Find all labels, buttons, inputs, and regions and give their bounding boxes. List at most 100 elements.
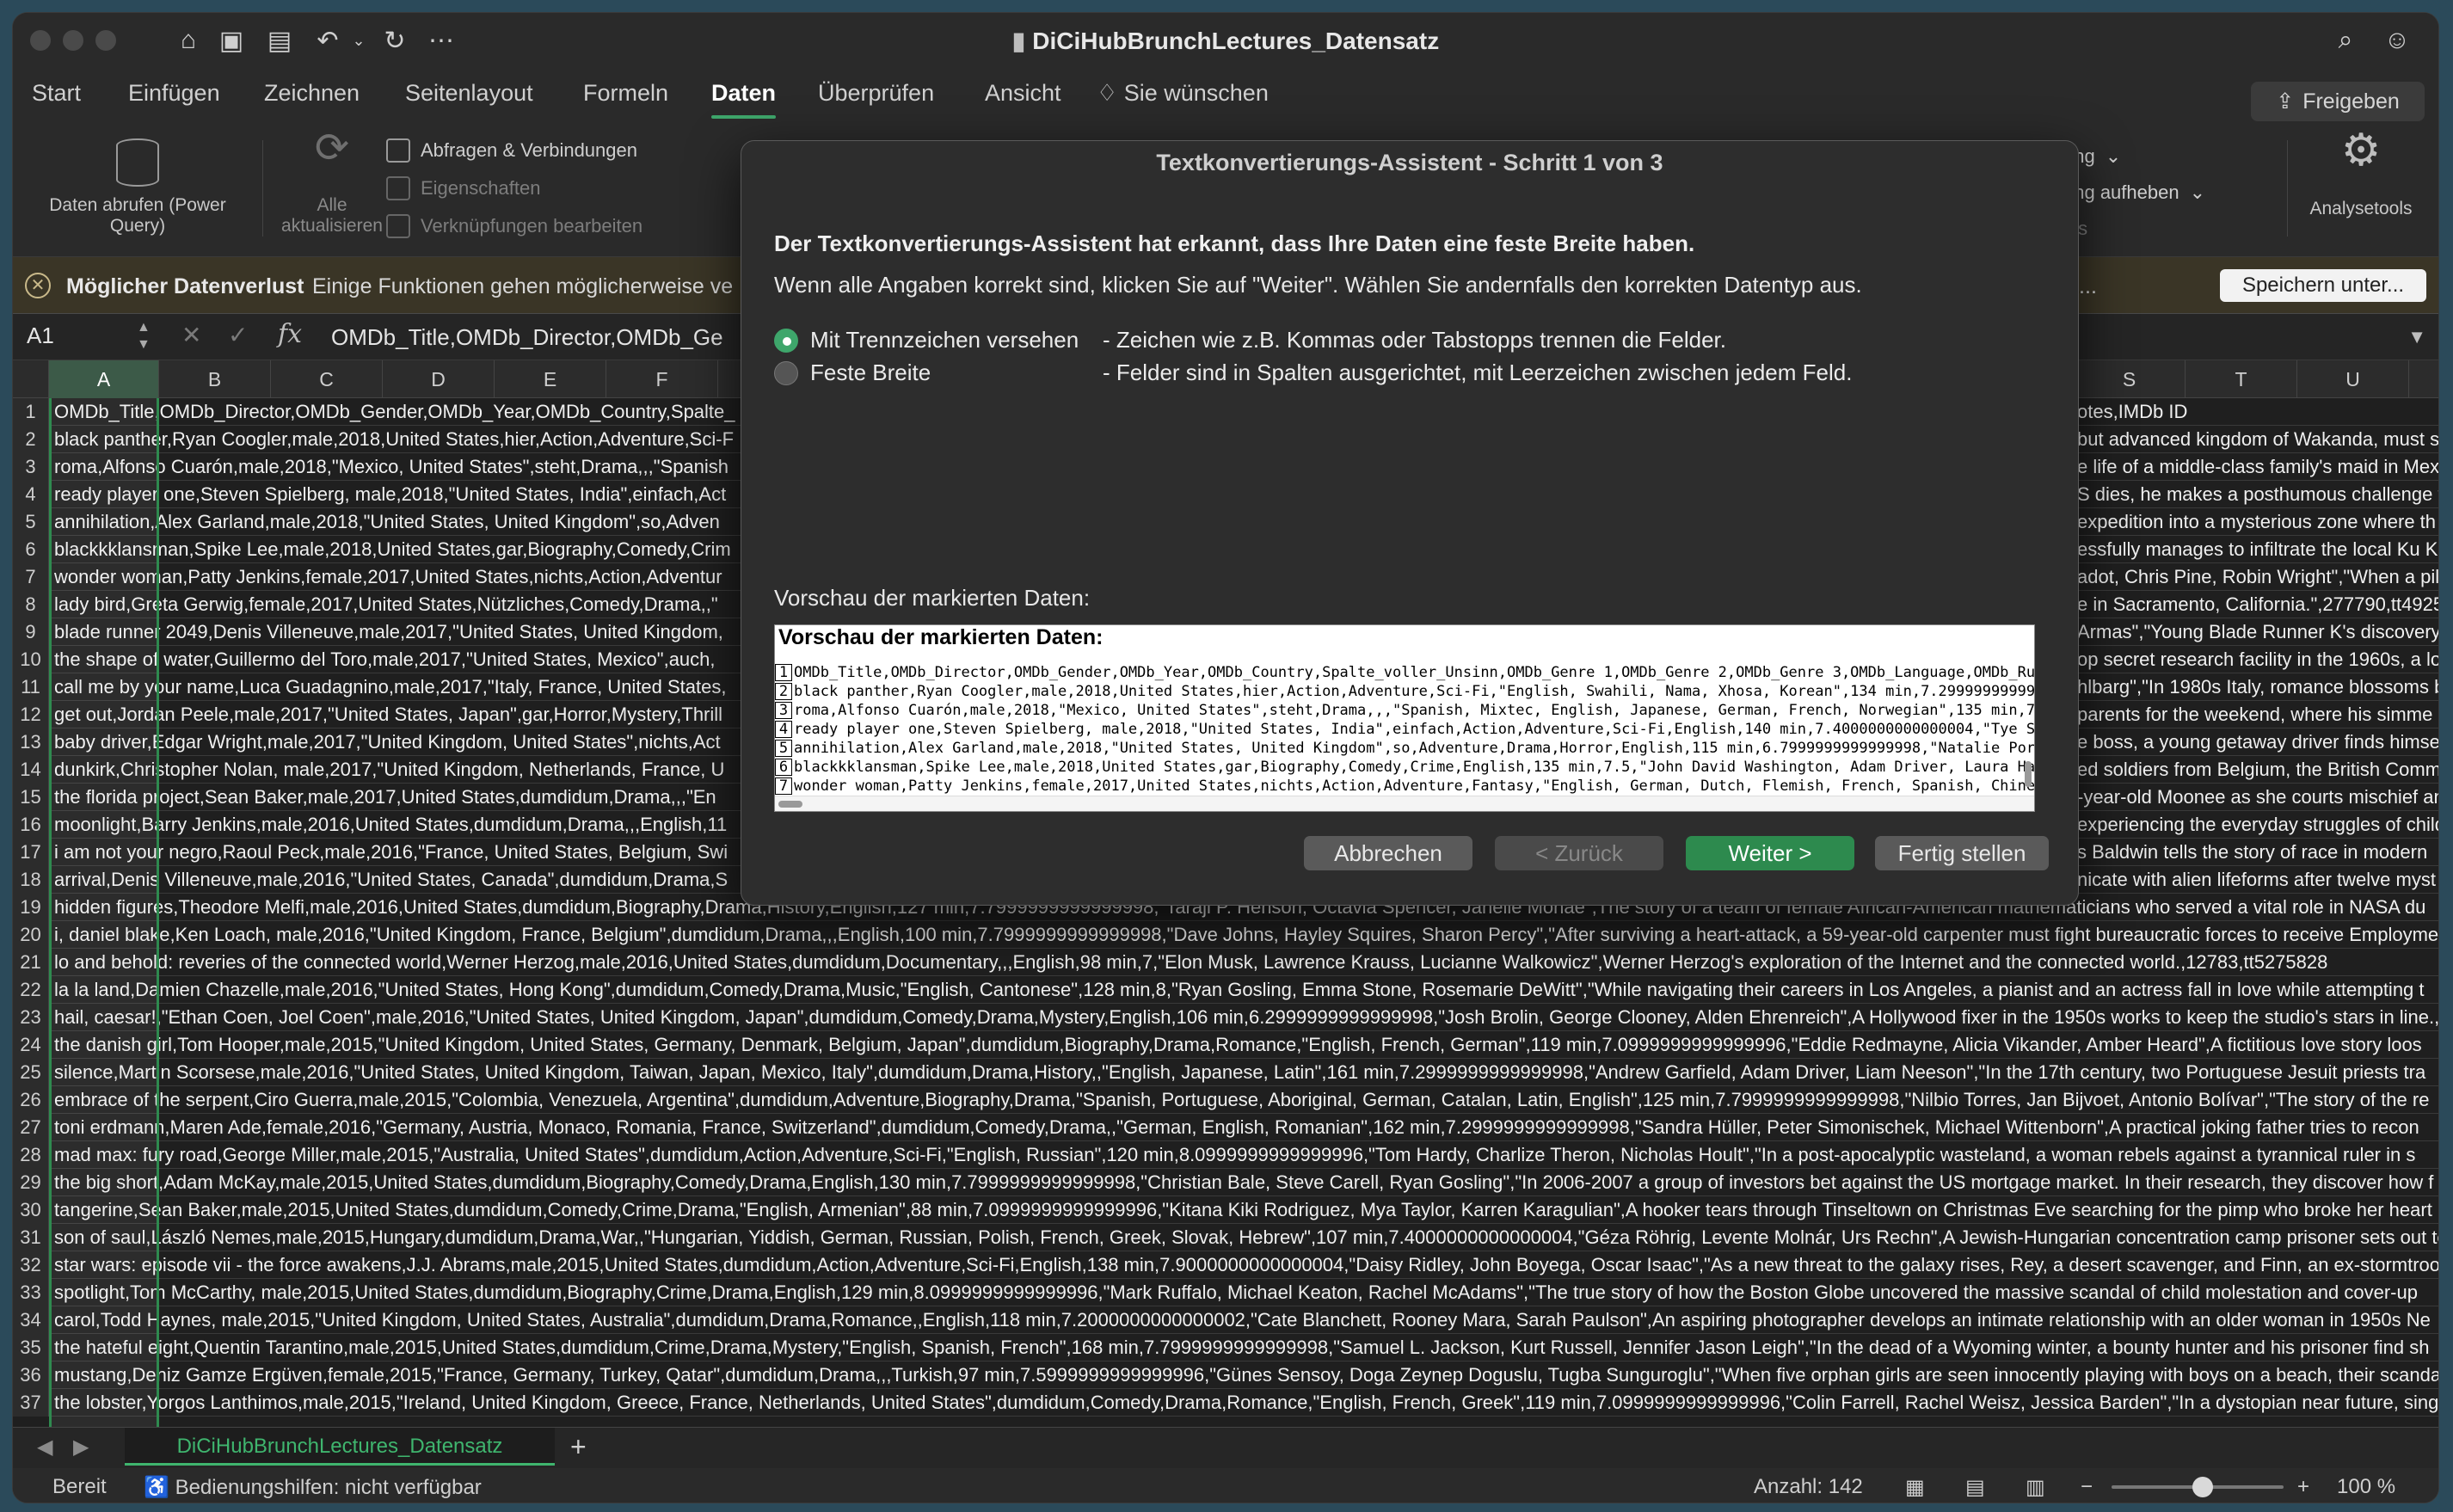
tab-zeichnen[interactable]: Zeichnen [264, 80, 360, 107]
cancel-button[interactable]: Abbrechen [1304, 836, 1472, 870]
tell-me[interactable]: ♢ Sie wünschen [1097, 80, 1269, 107]
zoom-out-icon[interactable]: − [2081, 1475, 2093, 1499]
row-number[interactable]: 24 [13, 1031, 49, 1059]
cell-text[interactable]: the hateful eight,Quentin Tarantino,male… [54, 1334, 2430, 1361]
cell-text-right[interactable]: experiencing the everyday struggles of c… [2077, 811, 2438, 839]
row-number[interactable]: 14 [13, 756, 49, 784]
cell-text-right[interactable]: ed soldiers from Belgium, the British Co… [2077, 756, 2438, 784]
cell-text[interactable]: the lobster,Yorgos Lanthimos,male,2015,"… [54, 1389, 2438, 1417]
function-icon[interactable]: fx [278, 319, 302, 349]
column-header-a[interactable]: A [49, 360, 159, 398]
row-number[interactable]: 1 [13, 398, 49, 426]
cell-text[interactable]: hail, caesar!,"Ethan Coen, Joel Coen",ma… [54, 1004, 2438, 1031]
cell-text-right[interactable]: expedition into a mysterious zone where … [2077, 508, 2436, 536]
cell-text[interactable]: mustang,Deniz Gamze Ergüven,female,2015,… [54, 1361, 2438, 1389]
row-number[interactable]: 9 [13, 618, 49, 646]
zoom-slider-handle[interactable] [2192, 1477, 2213, 1497]
cell-text[interactable]: mad max: fury road,George Miller,male,20… [54, 1141, 2415, 1169]
row-number[interactable]: 33 [13, 1279, 49, 1306]
cell-text-right[interactable]: e life of a middle-class family's maid i… [2077, 453, 2438, 481]
normal-view-icon[interactable]: ▦ [1905, 1475, 1925, 1500]
row-number[interactable]: 12 [13, 701, 49, 728]
cell-text-right[interactable]: parents for the weekend, where his simme [2077, 701, 2432, 728]
column-header-b[interactable]: B [159, 360, 271, 398]
row-number[interactable]: 16 [13, 811, 49, 839]
radio-delimited-label[interactable]: Mit Trennzeichen versehen [810, 327, 1079, 353]
row-number[interactable]: 37 [13, 1389, 49, 1417]
row-number[interactable]: 34 [13, 1306, 49, 1334]
cell-text[interactable]: la la land,Damien Chazelle,male,2016,"Un… [54, 976, 2425, 1004]
column-header-s[interactable]: S [2074, 360, 2186, 398]
row-number[interactable]: 7 [13, 563, 49, 591]
cell-text[interactable]: the big short,Adam McKay,male,2015,Unite… [54, 1169, 2433, 1196]
preview-horizontal-scrollbar[interactable] [775, 796, 2034, 811]
row-number[interactable]: 2 [13, 426, 49, 453]
cell-text-right[interactable]: adot, Chris Pine, Robin Wright","When a … [2077, 563, 2438, 591]
cell-text[interactable]: spotlight,Tom McCarthy, male,2015,United… [54, 1279, 2418, 1306]
confirm-icon[interactable]: ✓ [228, 321, 248, 349]
page-break-view-icon[interactable]: ▥ [2026, 1475, 2045, 1500]
preview-box[interactable]: Vorschau der markierten Daten: 1 OMDb_Tit… [774, 624, 2035, 812]
stepper-icon[interactable]: ▲ ▼ [137, 319, 151, 353]
row-number[interactable]: 11 [13, 673, 49, 701]
cell-text-right[interactable]: otes,IMDb ID [2077, 398, 2187, 426]
tab-ueberpruefen[interactable]: Überprüfen [818, 80, 934, 107]
column-header-e[interactable]: E [495, 360, 606, 398]
cell-text-right[interactable]: S dies, he makes a posthumous challenge … [2077, 481, 2438, 508]
cell-text[interactable]: get out,Jordan Peele,male,2017,"United S… [54, 701, 722, 728]
formula-input[interactable]: OMDb_Title,OMDb_Director,OMDb_Ge [331, 324, 723, 351]
search-icon[interactable]: ⌕ [2328, 23, 2363, 58]
cell-text[interactable]: the shape of water,Guillermo del Toro,ma… [54, 646, 716, 673]
cell-text[interactable]: son of saul,László Nemes,male,2015,Hunga… [54, 1224, 2438, 1251]
cell-text[interactable]: star wars: episode vii - the force awake… [54, 1251, 2438, 1279]
cell-text[interactable]: blade runner 2049,Denis Villeneuve,male,… [54, 618, 723, 646]
cell-text-right[interactable]: Armas","Young Blade Runner K's discovery… [2077, 618, 2438, 646]
cell-text[interactable]: i, daniel blake,Ken Loach, male,2016,"Un… [54, 921, 2438, 949]
column-header-c[interactable]: C [271, 360, 383, 398]
row-number[interactable]: 22 [13, 976, 49, 1004]
row-number[interactable]: 32 [13, 1251, 49, 1279]
cell-text[interactable]: OMDb_Title,OMDb_Director,OMDb_Gender,OMD… [54, 398, 735, 426]
cell-text[interactable]: the danish girl,Tom Hooper,male,2015,"Un… [54, 1031, 2422, 1059]
row-number[interactable]: 21 [13, 949, 49, 976]
cell-text[interactable]: baby driver,Edgar Wright,male,2017,"Unit… [54, 728, 721, 756]
radio-fixed-width[interactable] [774, 361, 798, 385]
tab-einfuegen[interactable]: Einfügen [128, 80, 220, 107]
row-number[interactable]: 18 [13, 866, 49, 894]
tab-ansicht[interactable]: Ansicht [985, 80, 1061, 107]
cell-text[interactable]: carol,Todd Haynes, male,2015,"United Kin… [54, 1306, 2431, 1334]
save-as-button[interactable]: Speichern unter... [2220, 269, 2426, 302]
analysis-tools-button[interactable]: ⚙ Analysetools [2292, 128, 2430, 219]
tab-daten[interactable]: Daten [711, 80, 777, 119]
cell-text-right[interactable]: nicate with alien lifeforms after twelve… [2077, 866, 2436, 894]
row-number[interactable]: 31 [13, 1224, 49, 1251]
refresh-all-button[interactable]: ⟳ Alle aktualisieren [267, 128, 397, 237]
account-icon[interactable]: ☺ [2380, 23, 2414, 58]
finish-button[interactable]: Fertig stellen [1875, 836, 2049, 870]
ribbon-right-item-2[interactable]: ung aufheben ⌄ [2063, 181, 2205, 204]
column-header-d[interactable]: D [383, 360, 495, 398]
expand-formula-icon[interactable]: ▼ [2407, 326, 2426, 348]
row-number[interactable]: 10 [13, 646, 49, 673]
queries-connections-button[interactable]: Abfragen & Verbindungen [386, 138, 637, 163]
row-number[interactable]: 17 [13, 839, 49, 866]
row-number[interactable]: 28 [13, 1141, 49, 1169]
row-number[interactable]: 4 [13, 481, 49, 508]
row-number[interactable]: 26 [13, 1086, 49, 1114]
tab-start[interactable]: Start [32, 80, 81, 107]
zoom-in-icon[interactable]: + [2297, 1475, 2309, 1499]
cell-text[interactable]: wonder woman,Patty Jenkins,female,2017,U… [54, 563, 722, 591]
row-number[interactable]: 27 [13, 1114, 49, 1141]
row-number[interactable]: 15 [13, 784, 49, 811]
page-layout-view-icon[interactable]: ▤ [1965, 1475, 1985, 1500]
cell-text[interactable]: the florida project,Sean Baker,male,2017… [54, 784, 716, 811]
cell-text[interactable]: toni erdmann,Maren Ade,female,2016,"Germ… [54, 1114, 2419, 1141]
cell-text[interactable]: silence,Martin Scorsese,male,2016,"Unite… [54, 1059, 2425, 1086]
cell-text[interactable]: call me by your name,Luca Guadagnino,mal… [54, 673, 727, 701]
cell-text[interactable]: roma,Alfonso Cuarón,male,2018,"Mexico, U… [54, 453, 729, 481]
cell-text[interactable]: arrival,Denis Villeneuve,male,2016,"Unit… [54, 866, 728, 894]
column-header-u[interactable]: U [2297, 360, 2409, 398]
next-sheet-icon[interactable]: ▶ [73, 1435, 89, 1460]
back-button[interactable]: < Zurück [1495, 836, 1663, 870]
zoom-level[interactable]: 100 % [2337, 1475, 2395, 1499]
